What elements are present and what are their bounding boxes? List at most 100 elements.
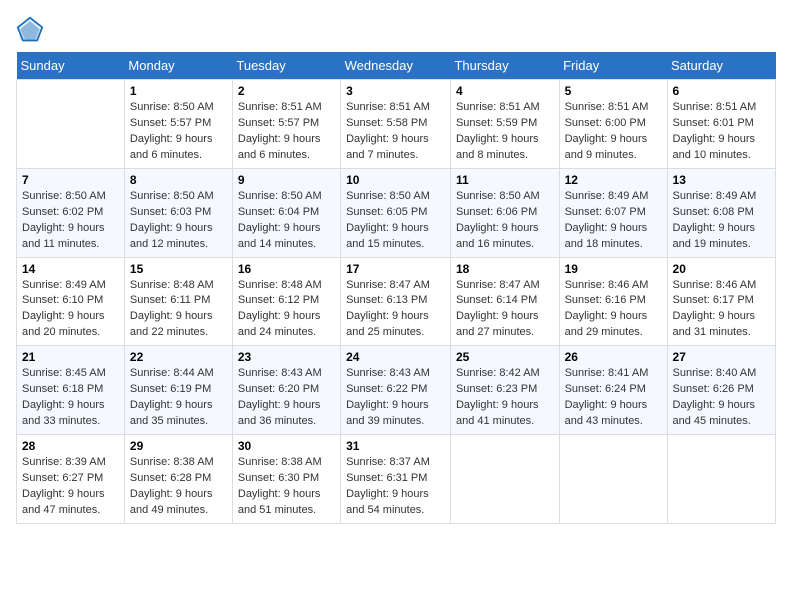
calendar-day-header: Saturday xyxy=(667,52,775,80)
day-number: 30 xyxy=(238,439,335,453)
calendar-cell: 11Sunrise: 8:50 AM Sunset: 6:06 PM Dayli… xyxy=(450,168,559,257)
calendar-day-header: Monday xyxy=(124,52,232,80)
day-number: 29 xyxy=(130,439,227,453)
day-number: 11 xyxy=(456,173,554,187)
day-info: Sunrise: 8:50 AM Sunset: 6:05 PM Dayligh… xyxy=(346,189,445,253)
day-number: 12 xyxy=(565,173,662,187)
calendar-cell: 28Sunrise: 8:39 AM Sunset: 6:27 PM Dayli… xyxy=(17,435,125,524)
day-number: 9 xyxy=(238,173,335,187)
day-number: 18 xyxy=(456,262,554,276)
day-info: Sunrise: 8:50 AM Sunset: 6:03 PM Dayligh… xyxy=(130,189,227,253)
day-info: Sunrise: 8:46 AM Sunset: 6:16 PM Dayligh… xyxy=(565,278,662,342)
calendar-cell: 18 Sunrise: 8:47 AM Sunset: 6:14 PM Dayli… xyxy=(450,257,559,346)
day-info: Sunrise: 8:42 AM Sunset: 6:23 PM Dayligh… xyxy=(456,366,554,430)
day-info: Sunrise: 8:38 AM Sunset: 6:30 PM Dayligh… xyxy=(238,455,335,519)
day-info: Sunrise: 8:43 AM Sunset: 6:22 PM Dayligh… xyxy=(346,366,445,430)
calendar-cell xyxy=(559,435,667,524)
day-number: 25 xyxy=(456,350,554,364)
day-info: Sunrise: 8:44 AM Sunset: 6:19 PM Dayligh… xyxy=(130,366,227,430)
logo-icon xyxy=(16,16,44,44)
day-info: Sunrise: 8:51 AM Sunset: 6:01 PM Dayligh… xyxy=(673,100,770,164)
calendar-cell: 20 Sunrise: 8:46 AM Sunset: 6:17 PM Dayli… xyxy=(667,257,775,346)
day-number: 31 xyxy=(346,439,445,453)
day-info: Sunrise: 8:50 AM Sunset: 6:04 PM Dayligh… xyxy=(238,189,335,253)
calendar-week-row: 14 Sunrise: 8:49 AM Sunset: 6:10 PM Dayli… xyxy=(17,257,776,346)
calendar-cell: 24 Sunrise: 8:43 AM Sunset: 6:22 PM Dayli… xyxy=(341,346,451,435)
calendar-day-header: Sunday xyxy=(17,52,125,80)
page-header xyxy=(16,16,776,44)
day-info: Sunrise: 8:50 AM Sunset: 6:02 PM Dayligh… xyxy=(22,189,119,253)
day-info: Sunrise: 8:49 AM Sunset: 6:08 PM Dayligh… xyxy=(673,189,770,253)
day-number: 14 xyxy=(22,262,119,276)
calendar-cell: 1 Sunrise: 8:50 AM Sunset: 5:57 PM Daylig… xyxy=(124,80,232,169)
day-number: 20 xyxy=(673,262,770,276)
calendar-table: SundayMondayTuesdayWednesdayThursdayFrid… xyxy=(16,52,776,524)
calendar-week-row: 7 Sunrise: 8:50 AM Sunset: 6:02 PM Daylig… xyxy=(17,168,776,257)
day-number: 17 xyxy=(346,262,445,276)
day-info: Sunrise: 8:50 AM Sunset: 5:57 PM Dayligh… xyxy=(130,100,227,164)
calendar-cell: 21 Sunrise: 8:45 AM Sunset: 6:18 PM Dayli… xyxy=(17,346,125,435)
calendar-cell: 4 Sunrise: 8:51 AM Sunset: 5:59 PM Daylig… xyxy=(450,80,559,169)
calendar-header-row: SundayMondayTuesdayWednesdayThursdayFrid… xyxy=(17,52,776,80)
day-info: Sunrise: 8:41 AM Sunset: 6:24 PM Dayligh… xyxy=(565,366,662,430)
day-number: 10 xyxy=(346,173,445,187)
day-number: 24 xyxy=(346,350,445,364)
day-number: 19 xyxy=(565,262,662,276)
calendar-day-header: Thursday xyxy=(450,52,559,80)
day-number: 16 xyxy=(238,262,335,276)
calendar-cell: 31 Sunrise: 8:37 AM Sunset: 6:31 PM Dayli… xyxy=(341,435,451,524)
calendar-cell: 7 Sunrise: 8:50 AM Sunset: 6:02 PM Daylig… xyxy=(17,168,125,257)
day-number: 3 xyxy=(346,84,445,98)
day-number: 5 xyxy=(565,84,662,98)
calendar-cell: 25 Sunrise: 8:42 AM Sunset: 6:23 PM Dayli… xyxy=(450,346,559,435)
calendar-cell: 6 Sunrise: 8:51 AM Sunset: 6:01 PM Daylig… xyxy=(667,80,775,169)
calendar-week-row: 21 Sunrise: 8:45 AM Sunset: 6:18 PM Dayli… xyxy=(17,346,776,435)
day-number: 22 xyxy=(130,350,227,364)
day-number: 21 xyxy=(22,350,119,364)
calendar-cell: 8 Sunrise: 8:50 AM Sunset: 6:03 PM Daylig… xyxy=(124,168,232,257)
calendar-week-row: 28Sunrise: 8:39 AM Sunset: 6:27 PM Dayli… xyxy=(17,435,776,524)
day-number: 13 xyxy=(673,173,770,187)
day-info: Sunrise: 8:37 AM Sunset: 6:31 PM Dayligh… xyxy=(346,455,445,519)
calendar-cell: 3 Sunrise: 8:51 AM Sunset: 5:58 PM Daylig… xyxy=(341,80,451,169)
calendar-day-header: Friday xyxy=(559,52,667,80)
calendar-week-row: 1 Sunrise: 8:50 AM Sunset: 5:57 PM Daylig… xyxy=(17,80,776,169)
day-number: 8 xyxy=(130,173,227,187)
day-info: Sunrise: 8:46 AM Sunset: 6:17 PM Dayligh… xyxy=(673,278,770,342)
day-info: Sunrise: 8:51 AM Sunset: 5:59 PM Dayligh… xyxy=(456,100,554,164)
day-number: 15 xyxy=(130,262,227,276)
day-info: Sunrise: 8:39 AM Sunset: 6:27 PM Dayligh… xyxy=(22,455,119,519)
calendar-cell: 17 Sunrise: 8:47 AM Sunset: 6:13 PM Dayli… xyxy=(341,257,451,346)
day-number: 4 xyxy=(456,84,554,98)
calendar-cell: 23 Sunrise: 8:43 AM Sunset: 6:20 PM Dayli… xyxy=(232,346,340,435)
day-info: Sunrise: 8:51 AM Sunset: 5:57 PM Dayligh… xyxy=(238,100,335,164)
day-number: 27 xyxy=(673,350,770,364)
day-info: Sunrise: 8:47 AM Sunset: 6:14 PM Dayligh… xyxy=(456,278,554,342)
calendar-cell: 9 Sunrise: 8:50 AM Sunset: 6:04 PM Daylig… xyxy=(232,168,340,257)
day-number: 2 xyxy=(238,84,335,98)
day-info: Sunrise: 8:51 AM Sunset: 5:58 PM Dayligh… xyxy=(346,100,445,164)
calendar-cell: 26Sunrise: 8:41 AM Sunset: 6:24 PM Dayli… xyxy=(559,346,667,435)
calendar-cell xyxy=(17,80,125,169)
calendar-cell: 2 Sunrise: 8:51 AM Sunset: 5:57 PM Daylig… xyxy=(232,80,340,169)
calendar-cell: 13 Sunrise: 8:49 AM Sunset: 6:08 PM Dayli… xyxy=(667,168,775,257)
day-info: Sunrise: 8:43 AM Sunset: 6:20 PM Dayligh… xyxy=(238,366,335,430)
calendar-cell: 27Sunrise: 8:40 AM Sunset: 6:26 PM Dayli… xyxy=(667,346,775,435)
day-number: 7 xyxy=(22,173,119,187)
day-info: Sunrise: 8:48 AM Sunset: 6:12 PM Dayligh… xyxy=(238,278,335,342)
day-info: Sunrise: 8:49 AM Sunset: 6:07 PM Dayligh… xyxy=(565,189,662,253)
day-info: Sunrise: 8:49 AM Sunset: 6:10 PM Dayligh… xyxy=(22,278,119,342)
day-number: 6 xyxy=(673,84,770,98)
day-number: 23 xyxy=(238,350,335,364)
calendar-cell: 29Sunrise: 8:38 AM Sunset: 6:28 PM Dayli… xyxy=(124,435,232,524)
calendar-cell xyxy=(667,435,775,524)
day-number: 1 xyxy=(130,84,227,98)
day-info: Sunrise: 8:45 AM Sunset: 6:18 PM Dayligh… xyxy=(22,366,119,430)
day-info: Sunrise: 8:47 AM Sunset: 6:13 PM Dayligh… xyxy=(346,278,445,342)
calendar-day-header: Tuesday xyxy=(232,52,340,80)
calendar-day-header: Wednesday xyxy=(341,52,451,80)
calendar-cell: 10 Sunrise: 8:50 AM Sunset: 6:05 PM Dayli… xyxy=(341,168,451,257)
calendar-cell: 15Sunrise: 8:48 AM Sunset: 6:11 PM Dayli… xyxy=(124,257,232,346)
day-info: Sunrise: 8:51 AM Sunset: 6:00 PM Dayligh… xyxy=(565,100,662,164)
calendar-cell xyxy=(450,435,559,524)
